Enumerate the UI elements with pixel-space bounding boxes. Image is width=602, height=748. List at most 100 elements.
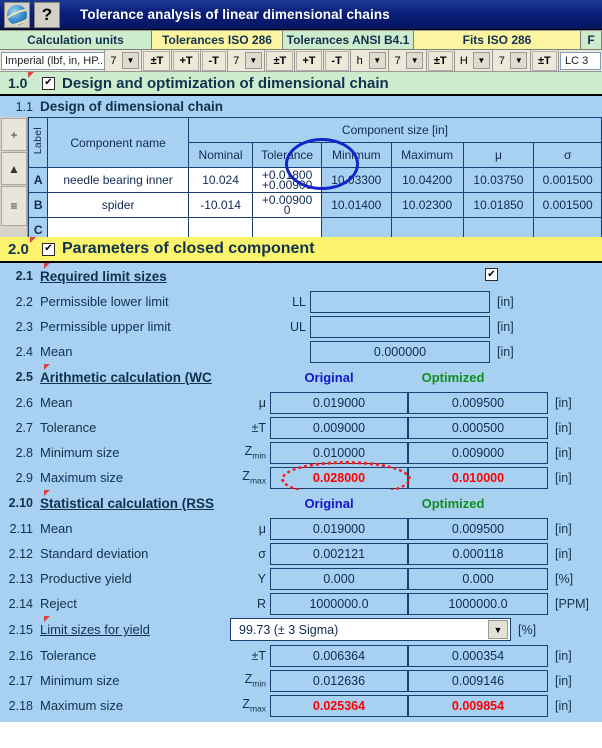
fit-hole-pm-t-cell: ±T xyxy=(530,50,559,72)
mean-required-input[interactable]: 0.000000 xyxy=(310,340,490,363)
row-2-8: 2.8 Minimum size Zmin 0.010000 0.009000 … xyxy=(0,440,602,465)
application-window: ? Tolerance analysis of linear dimension… xyxy=(0,0,602,748)
row-2-3-symbol: UL xyxy=(290,319,306,334)
row-2-8-number: 2.8 xyxy=(15,445,33,460)
section-1-title: Design and optimization of dimensional c… xyxy=(62,74,389,92)
ansi-minus-t-cell: -T xyxy=(323,50,351,72)
row-maximum: 10.04200 xyxy=(390,167,464,193)
row-2-14-symbol: R xyxy=(256,596,266,611)
fit-hole-tolerance-button[interactable]: ±T xyxy=(531,50,557,71)
iso-pm-t-cell: ±T xyxy=(142,50,173,72)
iso-tolerance-plus-button[interactable]: +T xyxy=(173,50,199,71)
row-2-10-number: 2.10 xyxy=(8,496,33,510)
yield-maximum-optimized: 0.009854 xyxy=(408,694,548,717)
chevron-down-icon[interactable]: ▼ xyxy=(488,620,508,639)
yield-minimum-original: 0.012636 xyxy=(270,669,408,692)
fit-hole-grade-cell: 7 ▼ xyxy=(493,50,531,72)
toolbar-group-labels: Calculation units Tolerances ISO 286 Tol… xyxy=(0,30,602,50)
arith-mean-original: 0.019000 xyxy=(270,391,408,414)
row-2-1-number: 2.1 xyxy=(15,269,33,283)
arith-tolerance-original: 0.009000 xyxy=(270,416,408,439)
limit-sizes-for-yield-select[interactable]: 99.73 (± 3 Sigma) ▼ xyxy=(230,618,511,641)
column-header-label: Label xyxy=(27,117,49,168)
row-2-18-number: 2.18 xyxy=(8,698,33,713)
row-2-7-number: 2.7 xyxy=(15,420,33,435)
browser-icon-button[interactable] xyxy=(4,1,30,28)
row-2-11-label: Mean xyxy=(40,521,73,536)
toolbar-group-tolerances-iso: Tolerances ISO 286 xyxy=(152,30,283,50)
row-2-13: 2.13 Productive yield Y 0.000 0.000 [%] xyxy=(0,566,602,591)
permissible-lower-limit-input[interactable] xyxy=(310,290,490,313)
fit-shaft-pm-t-cell: ±T xyxy=(426,50,455,72)
row-nominal-input[interactable]: -10.014 xyxy=(187,192,254,218)
ansi-tolerance-plus-button[interactable]: +T xyxy=(296,50,322,71)
fit-class-cell: LC 3 xyxy=(558,50,602,72)
row-2-14-label: Reject xyxy=(40,596,77,611)
table-row[interactable]: B spider -10.014 +0.00900 0 10.01400 10.… xyxy=(27,192,602,218)
row-name-input[interactable]: spider xyxy=(47,192,189,218)
row-menu-button[interactable]: ≡ xyxy=(1,186,27,226)
section-2-header[interactable]: 2.0 Parameters of closed component xyxy=(0,237,602,263)
yield-tolerance-optimized: 0.000354 xyxy=(408,644,548,667)
fit-shaft-grade-chevron-down-icon[interactable]: ▼ xyxy=(406,52,424,69)
fit-shaft-letter-cell: h ▼ xyxy=(350,50,390,72)
row-2-15-unit: [%] xyxy=(518,622,537,637)
arith-minimum-optimized: 0.009000 xyxy=(408,441,548,464)
add-row-button[interactable]: + xyxy=(1,118,27,151)
row-2-9: 2.9 Maximum size Zmax 0.028000 0.010000 … xyxy=(0,461,602,497)
comment-flag-icon xyxy=(30,237,36,243)
required-limit-sizes-checkbox[interactable] xyxy=(485,268,498,281)
section-1-number: 1.0 xyxy=(8,75,28,91)
fit-hole-grade-chevron-down-icon[interactable]: ▼ xyxy=(510,52,528,69)
row-2-4: 2.4 Mean 0.000000 [in] xyxy=(0,339,602,364)
iso-grade-chevron-down-icon[interactable]: ▼ xyxy=(121,52,139,69)
reject-original: 1000000.0 xyxy=(270,592,408,615)
row-2-6-symbol: μ xyxy=(258,395,266,410)
fit-shaft-letter-value: h xyxy=(356,54,363,67)
iso-tolerance-pm-button[interactable]: ±T xyxy=(143,50,171,71)
column-header-mu: μ xyxy=(462,142,535,168)
row-2-3: 2.3 Permissible upper limit UL [in] xyxy=(0,314,602,339)
ansi-tolerance-minus-button[interactable]: -T xyxy=(324,50,349,71)
row-nominal-input[interactable]: 10.024 xyxy=(187,167,254,193)
row-tolerance-cell[interactable]: +0.00900 0 xyxy=(252,192,322,218)
row-2-1: 2.1 Required limit sizes xyxy=(0,263,602,289)
calculation-units-select[interactable]: Imperial (lbf, in, HP... ▼ xyxy=(1,51,104,70)
iso-tolerance-minus-button[interactable]: -T xyxy=(201,50,226,71)
row-2-16-label: Tolerance xyxy=(40,648,97,663)
fit-shaft-tolerance-button[interactable]: ±T xyxy=(427,50,453,71)
stat-mean-optimized: 0.009500 xyxy=(408,517,548,540)
row-name-input[interactable]: needle bearing inner xyxy=(47,167,189,193)
stat-mean-original: 0.019000 xyxy=(270,517,408,540)
row-2-14-unit: [PPM] xyxy=(555,596,590,611)
ansi-grade-chevron-down-icon[interactable]: ▼ xyxy=(244,52,262,69)
section-2-checkbox[interactable] xyxy=(42,242,55,256)
row-tolerance-cell[interactable]: +0.01800 +0.00900 xyxy=(252,167,322,193)
fit-hole-letter-chevron-down-icon[interactable]: ▼ xyxy=(472,52,490,69)
iso-plus-t-cell: +T xyxy=(172,50,201,72)
units-combo-cell: Imperial (lbf, in, HP... ▼ xyxy=(0,50,105,72)
ansi-tolerance-pm-button[interactable]: ±T xyxy=(266,50,294,71)
row-mu: 10.01850 xyxy=(462,192,535,218)
row-2-16-symbol: ±T xyxy=(251,648,267,663)
row-label: B xyxy=(27,192,49,218)
row-2-7-unit: [in] xyxy=(555,420,572,435)
fit-shaft-grade-cell: 7 ▼ xyxy=(389,50,427,72)
fit-shaft-letter-chevron-down-icon[interactable]: ▼ xyxy=(368,52,386,69)
help-button[interactable]: ? xyxy=(34,1,60,28)
row-2-17-symbol: Zmin xyxy=(244,672,266,689)
row-2-11: 2.11 Mean μ 0.019000 0.009500 [in] xyxy=(0,516,602,541)
permissible-upper-limit-input[interactable] xyxy=(310,315,490,338)
section-1-checkbox[interactable] xyxy=(42,76,55,90)
section-1-header[interactable]: 1.0 Design and optimization of dimension… xyxy=(0,72,602,96)
row-tolerance-lower: +0.00900 xyxy=(261,178,313,192)
comment-flag-icon xyxy=(28,72,34,78)
table-row[interactable]: A needle bearing inner 10.024 +0.01800 +… xyxy=(27,167,602,193)
row-sigma: 0.001500 xyxy=(533,167,602,193)
scroll-up-button[interactable]: ▲ xyxy=(1,152,27,185)
row-2-12-symbol: σ xyxy=(258,546,266,561)
row-2-14: 2.14 Reject R 1000000.0 1000000.0 [PPM] xyxy=(0,591,602,616)
fit-class-value[interactable]: LC 3 xyxy=(559,51,602,70)
row-2-7-symbol: ±T xyxy=(251,420,267,435)
row-2-13-label: Productive yield xyxy=(40,571,132,586)
